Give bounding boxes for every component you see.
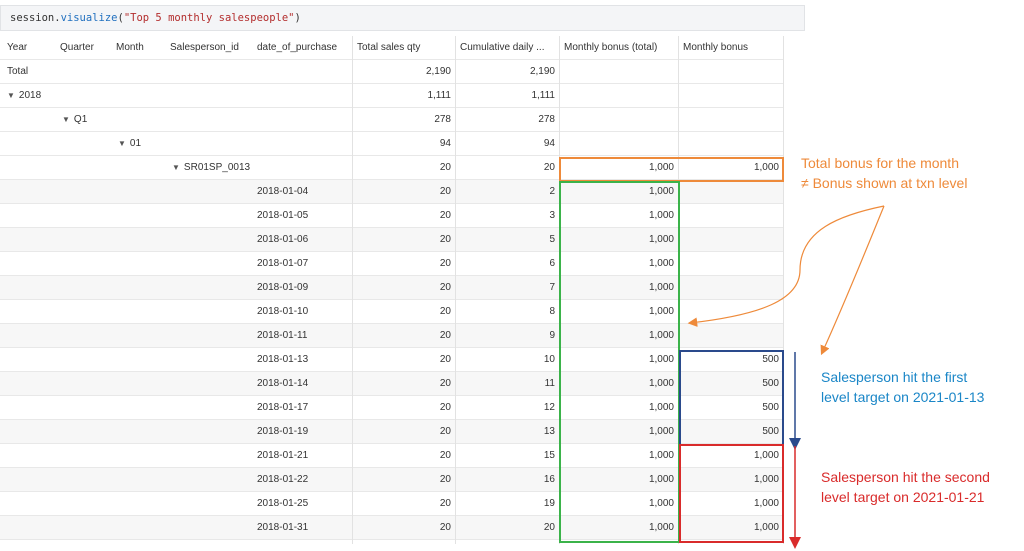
orange-annotation: Total bonus for the month ≠ Bonus shown … (801, 153, 967, 193)
blue-annotation: Salesperson hit the first level target o… (821, 367, 984, 407)
blue-annotation-line2: level target on 2021-01-13 (821, 389, 985, 405)
orange-arrow-to-txn (687, 205, 885, 327)
red-annotation-line2: level target on 2021-01-21 (821, 489, 985, 505)
orange-annotation-line2: ≠ Bonus shown at txn level (801, 175, 968, 191)
red-annotation-line1: Salesperson hit the second (821, 469, 990, 485)
orange-annotation-line1: Total bonus for the month (801, 155, 959, 171)
blue-annotation-line1: Salesperson hit the first (821, 369, 968, 385)
red-annotation: Salesperson hit the second level target … (821, 467, 990, 507)
orange-arrow-to-monthly (820, 205, 885, 356)
